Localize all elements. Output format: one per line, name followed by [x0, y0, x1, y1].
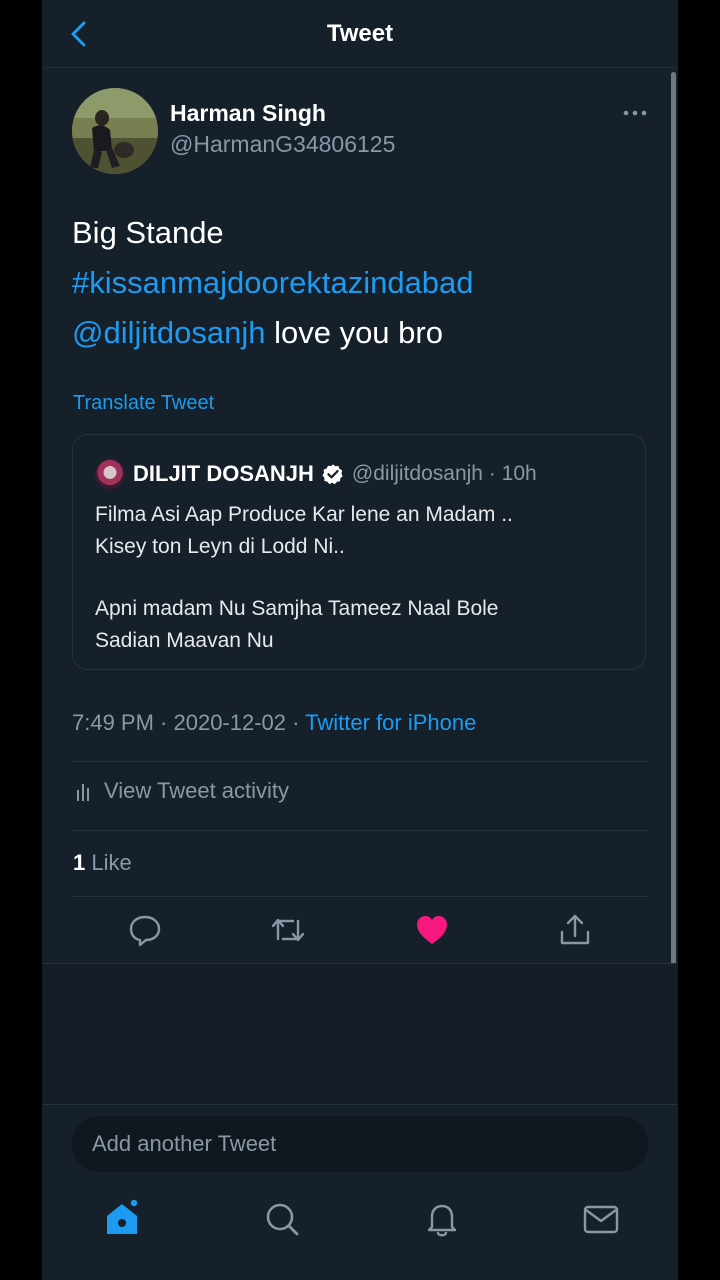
add-another-tweet-input[interactable]: Add another Tweet — [72, 1116, 648, 1172]
quoted-avatar — [95, 459, 125, 489]
bell-icon[interactable] — [422, 1198, 462, 1240]
activity-label: View Tweet activity — [104, 778, 290, 803]
divider — [72, 761, 648, 762]
home-icon[interactable] — [102, 1198, 142, 1240]
reply-icon[interactable] — [127, 912, 163, 948]
author-handle[interactable]: @HarmanG34806125 — [170, 131, 395, 158]
bar-chart-icon — [77, 784, 89, 801]
author-name[interactable]: Harman Singh — [170, 100, 326, 127]
quoted-line: Apni madam Nu Samjha Tameez Naal Bole — [95, 597, 499, 620]
avatar[interactable] — [72, 88, 158, 174]
translate-tweet-link[interactable]: Translate Tweet — [73, 392, 214, 415]
view-tweet-activity-button[interactable]: View Tweet activity — [76, 778, 289, 804]
quoted-line: Sadian Maavan Nu — [95, 629, 274, 652]
search-icon[interactable] — [262, 1198, 302, 1240]
tweet-actions — [42, 900, 678, 964]
quoted-tweet-text: Filma Asi Aap Produce Kar lene an Madam … — [95, 499, 625, 657]
mention-link[interactable]: @diljitdosanjh — [72, 315, 265, 350]
tweet-line: @diljitdosanjh love you bro — [72, 308, 652, 358]
likes-label: Like — [85, 850, 132, 875]
retweet-icon[interactable] — [270, 912, 306, 948]
quoted-handle-time: @diljitdosanjh · 10h — [351, 462, 537, 485]
likes-number: 1 — [73, 850, 86, 875]
likes-count[interactable]: 1 Like — [73, 850, 132, 876]
more-horizontal-icon[interactable] — [622, 100, 648, 126]
tweet-timestamp: 7:49 PM · 2020-12-02 · — [72, 710, 306, 735]
tweet-text: Big Stande #kissanmajdoorektazindabad @d… — [72, 208, 652, 358]
quoted-author-name: DILJIT DOSANJH — [133, 461, 314, 486]
hashtag-link[interactable]: #kissanmajdoorektazindabad — [72, 258, 652, 308]
tweet-line-rest: love you bro — [265, 315, 443, 350]
tweet-line: Big Stande — [72, 215, 224, 250]
tweet-detail-screen: Tweet Harman Singh @HarmanG34806125 Big … — [42, 0, 678, 1280]
divider — [42, 1104, 678, 1105]
divider — [72, 830, 648, 831]
quoted-tweet-header: DILJIT DOSANJH @diljitdosanjh · 10h — [95, 459, 537, 489]
empty-area — [42, 964, 678, 1104]
quoted-tweet[interactable]: DILJIT DOSANJH @diljitdosanjh · 10h Film… — [72, 434, 646, 670]
divider — [72, 896, 648, 897]
tweet-source-link[interactable]: Twitter for iPhone — [305, 710, 476, 735]
tweet-meta: 7:49 PM · 2020-12-02 · Twitter for iPhon… — [72, 710, 476, 736]
top-bar: Tweet — [42, 0, 678, 68]
page-title: Tweet — [326, 20, 394, 47]
compose-placeholder: Add another Tweet — [92, 1131, 277, 1156]
quoted-line: Kisey ton Leyn di Lodd Ni.. — [95, 535, 345, 558]
heart-filled-icon[interactable] — [414, 912, 450, 948]
verified-badge-icon — [322, 464, 343, 485]
share-icon[interactable] — [557, 912, 593, 948]
quoted-line: Filma Asi Aap Produce Kar lene an Madam … — [95, 503, 513, 526]
mail-icon[interactable] — [581, 1198, 621, 1240]
